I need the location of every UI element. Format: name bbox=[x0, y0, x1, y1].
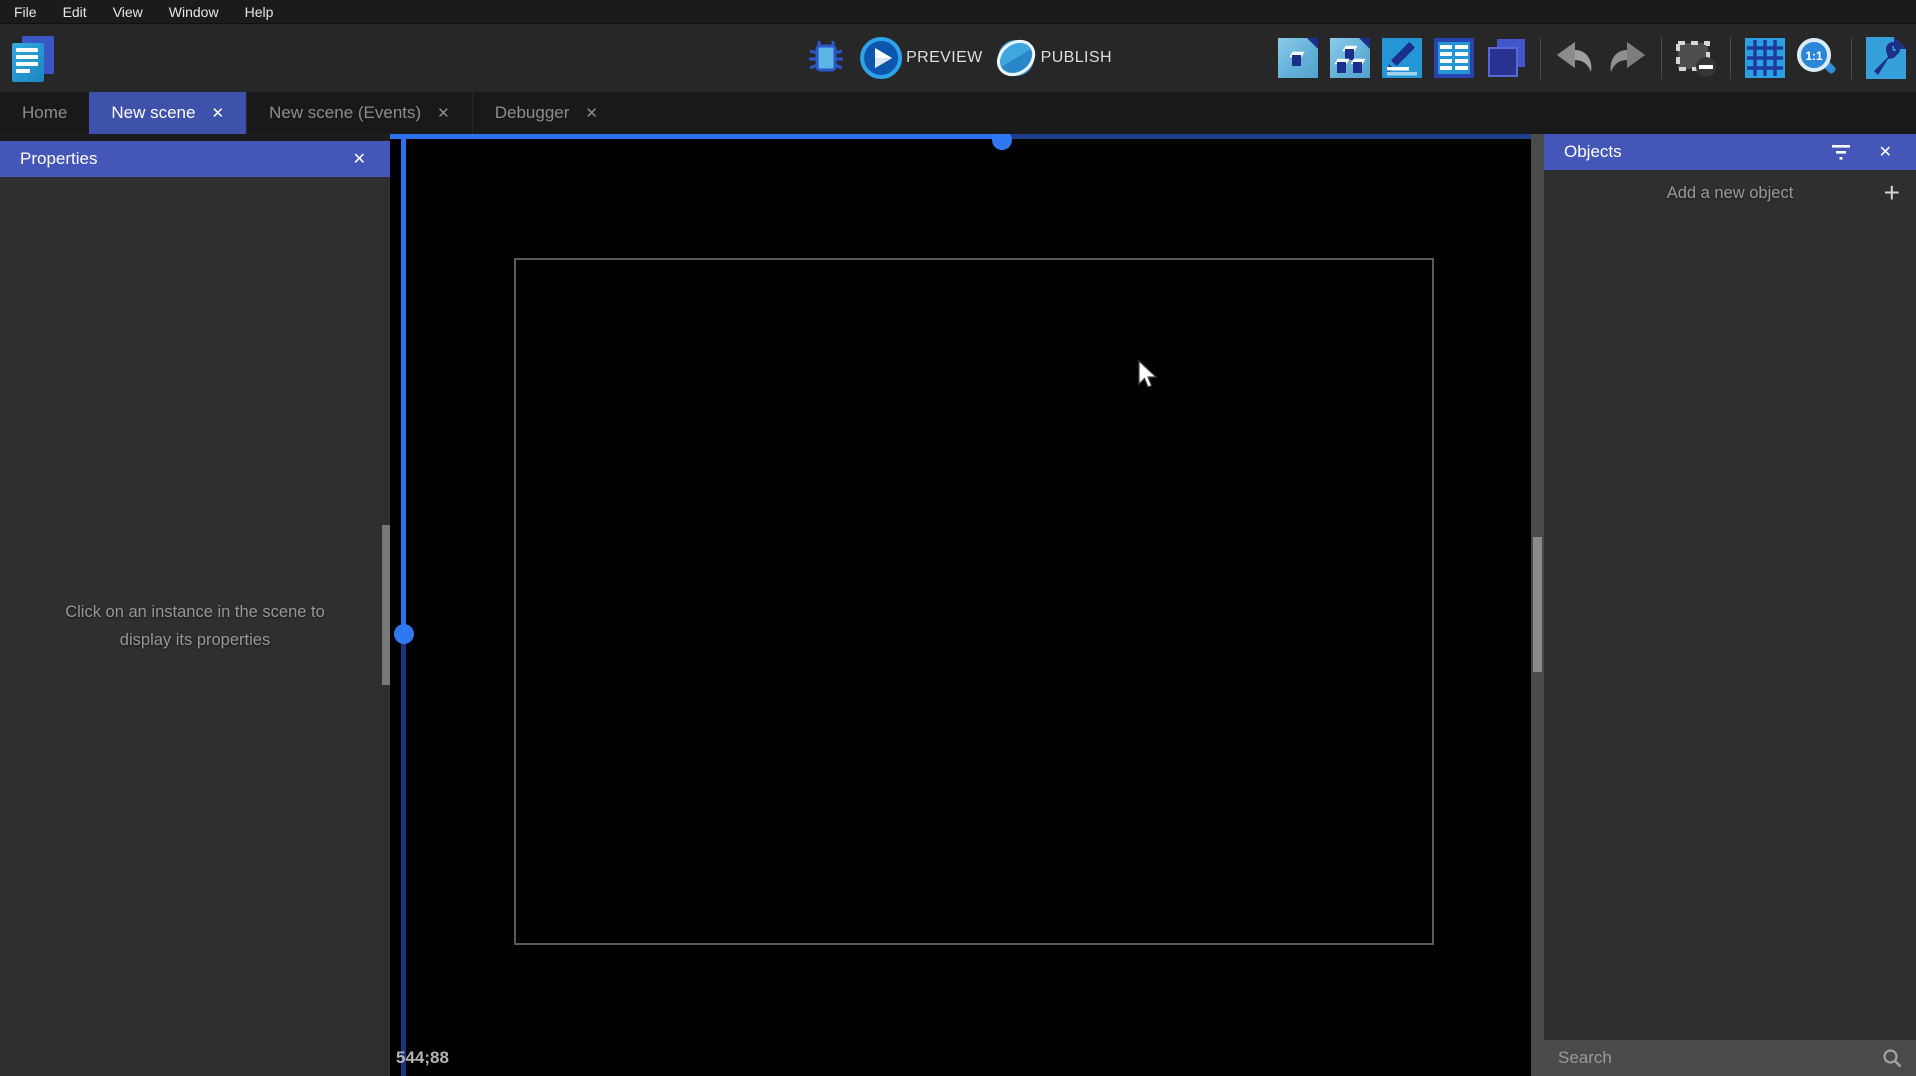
toolbar-separator bbox=[1661, 37, 1662, 79]
tab-close-icon[interactable]: ✕ bbox=[211, 104, 224, 122]
deselect-icon bbox=[1675, 38, 1717, 78]
canvas-vertical-scrollbar[interactable] bbox=[1531, 134, 1544, 1076]
app-window: File Edit View Window Help bbox=[0, 0, 1916, 1076]
editor-tab-bar: Home New scene ✕ New scene (Events) ✕ De… bbox=[0, 92, 1916, 134]
object-groups-icon bbox=[1330, 38, 1370, 78]
undo-button[interactable] bbox=[1553, 36, 1597, 80]
debug-bug-icon bbox=[806, 38, 846, 78]
tab-debugger[interactable]: Debugger ✕ bbox=[472, 92, 620, 134]
properties-panel-body: Click on an instance in the scene to dis… bbox=[0, 177, 390, 1076]
cursor-coordinates: 544;88 bbox=[396, 1048, 449, 1068]
objects-panel-title: Objects bbox=[1564, 142, 1622, 162]
toggle-grid-button[interactable] bbox=[1743, 36, 1787, 80]
search-icon[interactable] bbox=[1882, 1048, 1902, 1068]
selection-handle-left[interactable] bbox=[394, 624, 414, 644]
menu-view[interactable]: View bbox=[100, 0, 156, 23]
tab-close-icon[interactable]: ✕ bbox=[437, 104, 450, 122]
undo-arrow-icon bbox=[1555, 41, 1595, 75]
debug-button[interactable] bbox=[804, 36, 848, 80]
menu-file[interactable]: File bbox=[12, 0, 50, 23]
properties-panel-title: Properties bbox=[20, 149, 97, 169]
toolbar-separator bbox=[1540, 37, 1541, 79]
main-area: Properties ✕ Click on an instance in the… bbox=[0, 134, 1916, 1076]
selection-edge-left bbox=[401, 134, 406, 1076]
scene-editor-canvas[interactable]: 544;88 bbox=[390, 134, 1531, 1076]
objects-editor-icon bbox=[1278, 38, 1318, 78]
layers-icon bbox=[1485, 37, 1527, 79]
zoom-original-button[interactable]: 1:1 bbox=[1795, 36, 1839, 80]
objects-list bbox=[1544, 216, 1916, 1040]
open-objects-editor-button[interactable] bbox=[1276, 36, 1320, 80]
open-properties-button[interactable] bbox=[1380, 36, 1424, 80]
menu-window[interactable]: Window bbox=[156, 0, 232, 23]
zoom-1-1-icon: 1:1 bbox=[1796, 37, 1838, 79]
properties-panel-header: Properties ✕ bbox=[0, 141, 390, 177]
selection-handle-top[interactable] bbox=[992, 134, 1012, 150]
preview-label: PREVIEW bbox=[906, 49, 983, 67]
grid-icon bbox=[1745, 38, 1785, 78]
project-manager-button[interactable] bbox=[8, 34, 60, 84]
objects-panel: Objects ✕ Add a new object + bbox=[1544, 134, 1916, 1076]
redo-button[interactable] bbox=[1605, 36, 1649, 80]
tab-label: New scene (Events) bbox=[269, 103, 421, 123]
menu-bar: File Edit View Window Help bbox=[0, 0, 1916, 23]
scene-settings-button[interactable] bbox=[1864, 36, 1908, 80]
publish-globe-icon bbox=[995, 37, 1037, 79]
mouse-cursor bbox=[1138, 360, 1160, 390]
canvas-scrollbar-thumb[interactable] bbox=[1533, 537, 1542, 672]
toolbar-separator bbox=[1730, 37, 1731, 79]
tab-new-scene[interactable]: New scene ✕ bbox=[89, 92, 246, 134]
open-object-groups-button[interactable] bbox=[1328, 36, 1372, 80]
menu-edit[interactable]: Edit bbox=[50, 0, 100, 23]
wrench-icon bbox=[1866, 37, 1906, 79]
properties-scrollbar-thumb[interactable] bbox=[382, 525, 390, 685]
instances-list-icon bbox=[1434, 38, 1474, 78]
edit-pencil-icon bbox=[1382, 38, 1422, 78]
tab-label: Debugger bbox=[495, 103, 570, 123]
properties-empty-hint: Click on an instance in the scene to dis… bbox=[40, 599, 350, 653]
toolbar-right: 1:1 bbox=[1276, 24, 1908, 92]
deselect-all-button[interactable] bbox=[1674, 36, 1718, 80]
objects-panel-header: Objects ✕ bbox=[1544, 134, 1916, 170]
toolbar-separator bbox=[1851, 37, 1852, 79]
objects-search-input[interactable] bbox=[1558, 1048, 1882, 1068]
menu-help[interactable]: Help bbox=[232, 0, 287, 23]
objects-search-bar bbox=[1544, 1040, 1916, 1076]
publish-button[interactable]: PUBLISH bbox=[995, 37, 1112, 79]
add-object-button[interactable]: Add a new object + bbox=[1544, 170, 1916, 216]
publish-label: PUBLISH bbox=[1041, 49, 1112, 67]
add-object-label: Add a new object bbox=[1667, 184, 1794, 203]
open-instances-list-button[interactable] bbox=[1432, 36, 1476, 80]
main-toolbar: PREVIEW PUBLISH bbox=[0, 23, 1916, 92]
tab-close-icon[interactable]: ✕ bbox=[585, 104, 598, 122]
redo-arrow-icon bbox=[1607, 41, 1647, 75]
preview-button[interactable]: PREVIEW bbox=[860, 37, 983, 79]
filter-icon[interactable] bbox=[1831, 144, 1851, 160]
svg-text:1:1: 1:1 bbox=[1805, 49, 1823, 63]
open-layers-editor-button[interactable] bbox=[1484, 36, 1528, 80]
game-window-bounds bbox=[514, 258, 1434, 945]
close-icon[interactable]: ✕ bbox=[1875, 140, 1896, 164]
selection-edge-top bbox=[390, 134, 1531, 139]
tab-label: New scene bbox=[111, 103, 195, 123]
toolbar-center: PREVIEW PUBLISH bbox=[804, 24, 1112, 92]
properties-panel: Properties ✕ Click on an instance in the… bbox=[0, 134, 390, 1076]
tab-home[interactable]: Home bbox=[0, 92, 89, 134]
play-icon bbox=[860, 37, 902, 79]
close-icon[interactable]: ✕ bbox=[349, 147, 370, 171]
plus-icon[interactable]: + bbox=[1884, 179, 1900, 207]
tab-new-scene-events[interactable]: New scene (Events) ✕ bbox=[246, 92, 472, 134]
tab-label: Home bbox=[22, 103, 67, 123]
